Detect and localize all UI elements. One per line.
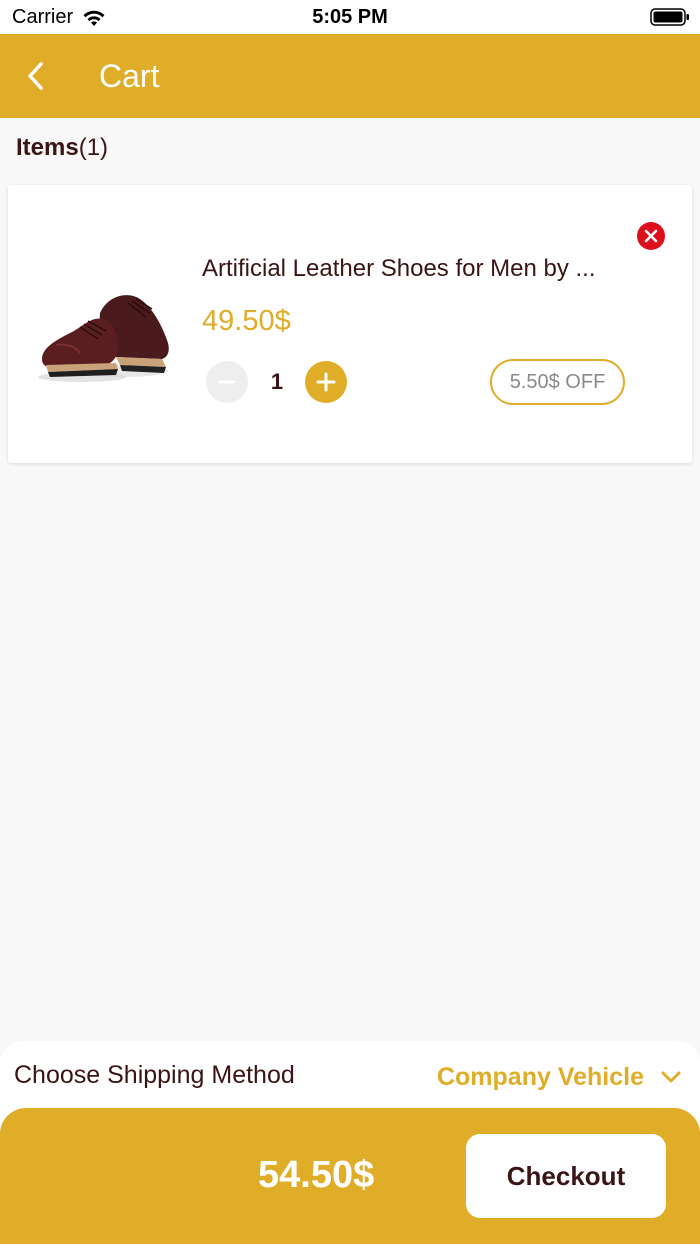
battery-icon	[650, 8, 689, 26]
plus-icon	[316, 372, 336, 392]
increase-quantity-button[interactable]	[305, 361, 347, 403]
items-label: Items	[16, 134, 79, 161]
back-button[interactable]	[16, 56, 56, 96]
cart-total: 54.50$	[258, 1154, 375, 1196]
quantity-value: 1	[270, 369, 284, 394]
remove-item-button[interactable]	[637, 222, 665, 250]
discount-badge: 5.50$ OFF	[490, 359, 625, 405]
status-time: 5:05 PM	[312, 6, 388, 28]
cart-item-card: Artificial Leather Shoes for Men by ... …	[8, 185, 692, 463]
shipping-method-select[interactable]: Company Vehicle	[437, 1055, 682, 1099]
items-count-label: Items(1)	[16, 134, 108, 162]
page-title: Cart	[99, 58, 160, 94]
chevron-down-icon	[661, 1071, 681, 1083]
checkout-footer: 54.50$ Checkout	[0, 1108, 700, 1244]
status-bar: Carrier 5:05 PM	[0, 0, 700, 34]
shipping-method-value: Company Vehicle	[436, 1062, 644, 1091]
shipping-method-label: Choose Shipping Method	[14, 1061, 295, 1089]
close-icon	[644, 229, 658, 243]
decrease-quantity-button[interactable]	[206, 361, 248, 403]
chevron-left-icon	[28, 62, 43, 90]
checkout-button[interactable]: Checkout	[466, 1134, 666, 1218]
app-header: Cart	[0, 34, 700, 118]
product-name[interactable]: Artificial Leather Shoes for Men by ...	[202, 255, 596, 283]
items-count: (1)	[78, 134, 109, 161]
product-image	[38, 295, 169, 382]
product-price: 49.50$	[202, 305, 291, 337]
minus-icon	[218, 380, 236, 384]
